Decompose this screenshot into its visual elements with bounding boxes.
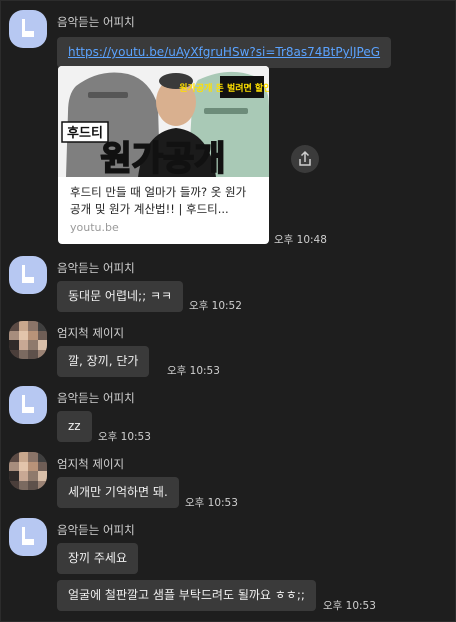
avatar[interactable] — [9, 10, 47, 48]
timestamp: 오후 10:52 — [189, 300, 242, 312]
person-icon — [22, 19, 34, 37]
person-icon — [22, 395, 34, 413]
timestamp: 오후 10:53 — [98, 431, 151, 443]
thumb-label: 후드티 — [67, 125, 103, 141]
share-icon — [299, 150, 311, 166]
avatar[interactable] — [9, 256, 47, 294]
sender-name: 엄지척 제이지 — [57, 457, 125, 471]
card-domain: youtu.be — [70, 221, 119, 234]
avatar[interactable] — [9, 452, 47, 490]
timestamp: 오후 10:48 — [274, 234, 327, 246]
sender-name: 음악듣는 어피치 — [57, 15, 135, 29]
avatar[interactable] — [9, 321, 47, 359]
message-bubble[interactable]: https://youtu.be/uAyXfgruHSw?si=Tr8as74B… — [57, 37, 392, 68]
avatar[interactable] — [9, 386, 47, 424]
message-bubble[interactable]: 얼굴에 철판깔고 샘플 부탁드려도 될까요 ㅎㅎ;; — [57, 580, 316, 611]
sender-name: 음악듣는 어피치 — [57, 261, 135, 275]
thumb-title: 원가공개 — [100, 139, 225, 177]
message-bubble[interactable]: 깔, 장끼, 단가 — [57, 346, 150, 377]
sender-name: 음악듣는 어피치 — [57, 523, 135, 537]
share-button[interactable] — [291, 145, 319, 173]
message-link[interactable]: https://youtu.be/uAyXfgruHSw?si=Tr8as74B… — [68, 45, 380, 59]
message-bubble[interactable]: 장끼 주세요 — [57, 543, 139, 574]
message-bubble[interactable]: zz — [57, 411, 92, 442]
link-preview-card[interactable]: 원가공개 돈 벌려면 할인율 얼마? 후드티 원가공개 후드티 만들 때 얼마가… — [58, 66, 269, 244]
video-thumbnail[interactable]: 원가공개 돈 벌려면 할인율 얼마? 후드티 원가공개 — [58, 66, 269, 177]
timestamp: 오후 10:53 — [323, 600, 376, 612]
timestamp: 오후 10:53 — [185, 497, 238, 509]
thumb-badge: 원가공개 돈 벌려면 할인율 얼마? — [179, 82, 269, 94]
message-bubble[interactable]: 동대문 어렵네;; ㅋㅋ — [57, 281, 184, 312]
sender-name: 음악듣는 어피치 — [57, 391, 135, 405]
avatar[interactable] — [9, 518, 47, 556]
card-title: 후드티 만들 때 얼마가 들까? 옷 원가 공개 및 원가 계산법!! | 후드… — [70, 185, 247, 216]
chat-window: 음악듣는 어피치 https://youtu.be/uAyXfgruHSw?si… — [0, 0, 456, 622]
sender-name: 엄지척 제이지 — [57, 326, 125, 340]
person-icon — [22, 265, 34, 283]
timestamp: 오후 10:53 — [167, 365, 220, 377]
message-bubble[interactable]: 세개만 기억하면 돼. — [57, 477, 179, 508]
person-icon — [22, 527, 34, 545]
